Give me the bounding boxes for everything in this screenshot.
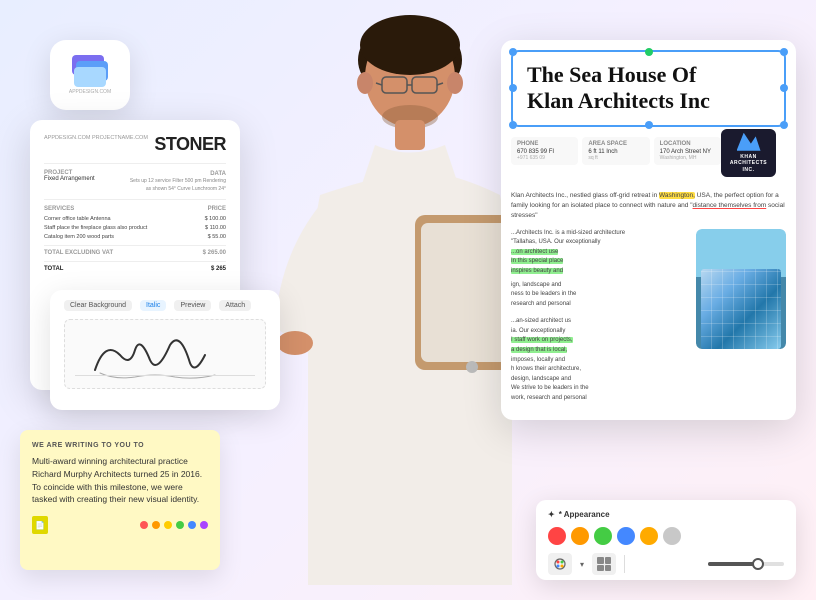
appearance-star-icon: ✦ (548, 510, 555, 519)
invoice-total: TOTAL $ 265 (44, 261, 226, 272)
note-color-dot[interactable] (152, 521, 160, 529)
invoice-service-item: Corner office table Antenna$ 100.00 (44, 216, 226, 222)
corner-dot-bl (509, 121, 517, 129)
corner-dot-tm (645, 48, 653, 56)
note-footer: 📄 (32, 516, 208, 534)
doc-meta-item: Phone670 835 99 FI+971 635 09 (511, 137, 578, 165)
invoice-header: APPDESIGN.COM PROJECTNAME.COM STONER (44, 134, 226, 155)
invoice-services-header: SERVICES PRICE (44, 206, 226, 212)
palette-tool[interactable] (548, 553, 572, 575)
divider-separator (624, 555, 700, 573)
icon-card-text: APPDESIGN.COM (69, 89, 111, 95)
opacity-slider[interactable] (708, 562, 784, 566)
doc-meta-row: Phone670 835 99 FI+971 635 09Area Space6… (511, 137, 721, 165)
invoice-service-item: Catalog item 200 wood parts$ 55.00 (44, 234, 226, 240)
note-color-dot[interactable] (188, 521, 196, 529)
corner-dot-mr (780, 84, 788, 92)
slider-fill (708, 562, 754, 566)
signature-area[interactable] (64, 319, 266, 389)
invoice-services-list: Corner office table Antenna$ 100.00 Staff… (44, 216, 226, 240)
palette-icon (553, 557, 567, 571)
invoice-total-exc: TOTAL EXCLUDING VAT $ 265.00 (44, 245, 226, 256)
grid-cell-2 (605, 557, 612, 564)
signature-baseline (75, 375, 255, 376)
doc-title-box: The Sea House Of Klan Architects Inc (511, 50, 786, 127)
scene: APPDESIGN.COM APPDESIGN.COM PROJECTNAME.… (0, 0, 816, 600)
appearance-title: ✦ * Appearance (548, 510, 784, 519)
doc-body-row: ...Architects Inc. is a mid-sized archit… (501, 229, 796, 412)
building-grid-lines (701, 269, 781, 349)
note-color-dot[interactable] (164, 521, 172, 529)
color-swatch[interactable] (617, 527, 635, 545)
invoice-data-block: DATA Sets up 12 service Filter 500 pm Re… (126, 170, 226, 193)
invoice-project-row: PROJECT Fixed Arrangement DATA Sets up 1… (44, 170, 226, 193)
note-category: WE ARE WRITING TO YOU TO (32, 442, 208, 449)
color-swatch[interactable] (663, 527, 681, 545)
note-color-dots (140, 521, 208, 529)
attach-btn[interactable]: Attach (219, 300, 251, 311)
corner-dot-br (780, 121, 788, 129)
icon-layer-3 (74, 67, 106, 87)
doc-meta-item: Area Space6 ft 11 Inchsq ft (582, 137, 649, 165)
color-swatch[interactable] (571, 527, 589, 545)
note-color-dot[interactable] (140, 521, 148, 529)
italic-btn[interactable]: Italic (140, 300, 166, 311)
doc-main-title: The Sea House Of Klan Architects Inc (527, 62, 770, 115)
color-swatches (548, 527, 784, 545)
invoice-from: APPDESIGN.COM PROJECTNAME.COM (44, 134, 148, 142)
corner-dot-tl (509, 48, 517, 56)
grid-cell-3 (597, 565, 604, 572)
invoice-divider-2 (44, 199, 226, 200)
note-text: Multi-award winning architectural practi… (32, 455, 208, 506)
color-swatch[interactable] (594, 527, 612, 545)
layers-icon (72, 55, 108, 85)
corner-dot-bm (645, 121, 653, 129)
card-appearance: ✦ * Appearance ▾ (536, 500, 796, 580)
doc-logo-icon (737, 133, 761, 151)
doc-meta-item: Location170 Arch Street NYWashington, MH (654, 137, 721, 165)
note-color-dot[interactable] (176, 521, 184, 529)
card-note: WE ARE WRITING TO YOU TO Multi-award win… (20, 430, 220, 570)
doc-building-image (696, 229, 786, 349)
grid-icon (597, 557, 611, 571)
note-page-icon: 📄 (32, 516, 48, 534)
invoice-title: STONER (154, 134, 226, 155)
grid-cell-1 (597, 557, 604, 564)
appearance-tools: ▾ (548, 553, 784, 575)
building-visual (696, 229, 786, 349)
doc-text-col: ...Architects Inc. is a mid-sized archit… (511, 229, 688, 404)
color-swatch[interactable] (548, 527, 566, 545)
building-glass-facade (701, 269, 781, 349)
invoice-service-item: Staff place the fireplace glass also pro… (44, 225, 226, 231)
card-icon: APPDESIGN.COM (50, 40, 130, 110)
color-swatch[interactable] (640, 527, 658, 545)
corner-dot-ml (509, 84, 517, 92)
note-color-dot[interactable] (200, 521, 208, 529)
corner-dot-tr (780, 48, 788, 56)
invoice-project-label: PROJECT Fixed Arrangement (44, 170, 95, 193)
signature-toolbar: Clear Background Italic Preview Attach (64, 300, 266, 311)
slider-thumb[interactable] (752, 558, 764, 570)
clear-btn[interactable]: Clear Background (64, 300, 132, 311)
preview-btn[interactable]: Preview (174, 300, 211, 311)
grid-cell-4 (605, 565, 612, 572)
invoice-divider-1 (44, 163, 226, 164)
doc-logo-text: KHAN ARCHITECTS INC. (727, 154, 770, 174)
doc-description: Klan Architects Inc., nestled glass off-… (501, 191, 796, 228)
grid-tool[interactable] (592, 553, 616, 575)
chevron-down-icon[interactable]: ▾ (580, 560, 584, 569)
card-document: The Sea House Of Klan Architects Inc Pho… (501, 40, 796, 420)
doc-logo: KHAN ARCHITECTS INC. (721, 129, 776, 178)
card-signature: Clear Background Italic Preview Attach (50, 290, 280, 410)
